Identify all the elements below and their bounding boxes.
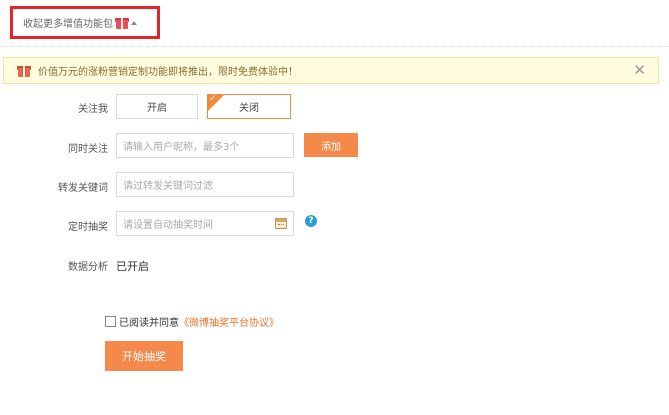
agreement-link[interactable]: 《微博抽奖平台协议》 xyxy=(179,314,279,329)
analysis-label: 数据分析 xyxy=(68,262,108,273)
follow-off-option[interactable]: ✓ 关闭 xyxy=(207,94,291,119)
mention-input[interactable]: 请输入用户昵称，最多3个 xyxy=(116,133,294,158)
start-lottery-button[interactable]: 开始抽奖 xyxy=(105,341,183,371)
follow-off-label: 关闭 xyxy=(239,103,259,114)
collapse-features-toggle[interactable]: 收起更多增值功能包 xyxy=(10,6,160,39)
analysis-status: 已开启 xyxy=(116,260,149,273)
timer-placeholder: 请设置自动抽奖时间 xyxy=(123,220,213,231)
follow-on-option[interactable]: 开启 xyxy=(116,94,198,119)
help-icon[interactable]: ? xyxy=(305,215,317,227)
gift-icon xyxy=(17,65,31,77)
mention-placeholder: 请输入用户昵称，最多3个 xyxy=(123,142,240,153)
follow-label: 关注我 xyxy=(78,104,108,115)
agreement-row: 已阅读并同意 《微博抽奖平台协议》 xyxy=(105,314,279,329)
follow-on-label: 开启 xyxy=(147,103,167,114)
caret-up-icon xyxy=(131,20,137,25)
divider xyxy=(0,46,669,47)
keyword-label: 转发关键词 xyxy=(58,183,108,194)
agree-text: 已阅读并同意 xyxy=(119,318,179,329)
gift-icon xyxy=(115,17,129,29)
agree-checkbox[interactable] xyxy=(105,316,116,327)
mention-label: 同时关注 xyxy=(68,144,108,155)
notice-text: 价值万元的涨粉营销定制功能即将推出，限时免费体验中！ xyxy=(38,67,298,78)
calendar-icon[interactable] xyxy=(275,218,287,229)
timer-label: 定时抽奖 xyxy=(68,222,108,233)
keyword-placeholder: 请过转发关键词过滤 xyxy=(123,181,213,192)
add-button[interactable]: 添加 xyxy=(304,133,358,157)
check-icon: ✓ xyxy=(209,94,217,104)
notice-banner: 价值万元的涨粉营销定制功能即将推出，限时免费体验中！ ✕ xyxy=(3,57,659,84)
timer-input[interactable]: 请设置自动抽奖时间 xyxy=(116,211,294,236)
collapse-features-label: 收起更多增值功能包 xyxy=(23,19,113,30)
close-icon[interactable]: ✕ xyxy=(633,62,646,79)
keyword-input[interactable]: 请过转发关键词过滤 xyxy=(116,172,294,197)
